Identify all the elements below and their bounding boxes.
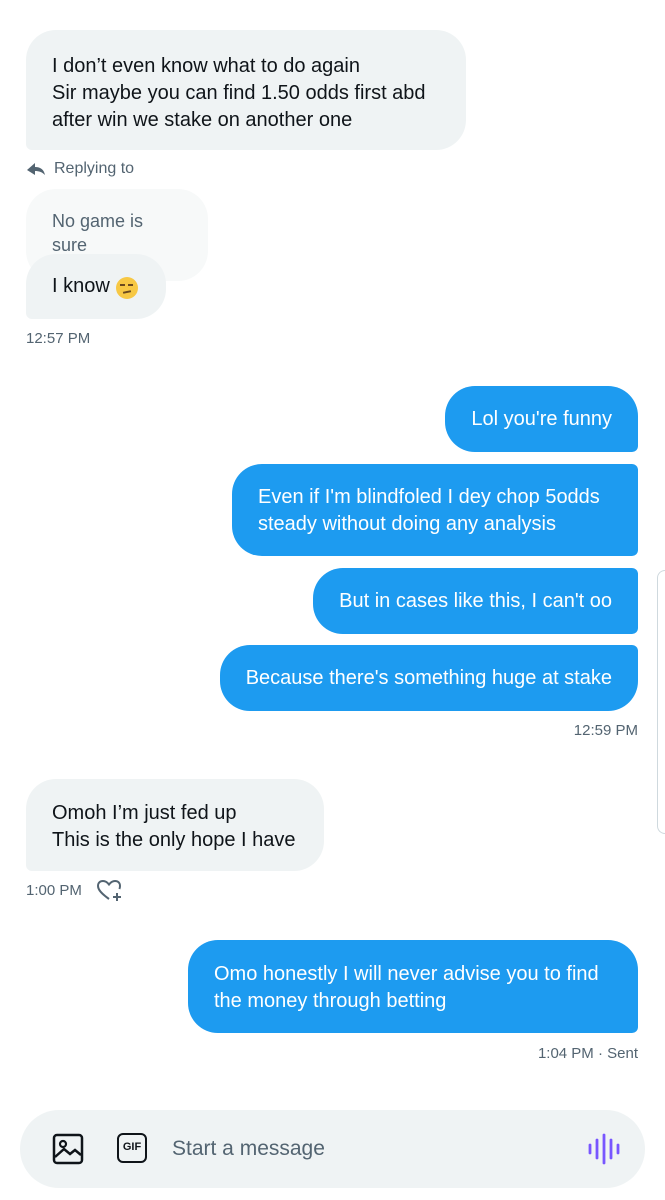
sent-message[interactable]: Omo honestly I will never advise you to …	[188, 940, 638, 1033]
scrollbar-thumb[interactable]	[657, 570, 665, 834]
message-text: I know	[52, 275, 110, 297]
received-message[interactable]: I don’t even know what to do again Sir m…	[26, 30, 466, 150]
add-reaction-icon[interactable]	[96, 879, 124, 903]
message-timestamp: 12:59 PM	[573, 722, 638, 739]
received-message[interactable]: I know	[26, 254, 166, 319]
message-composer: GIF	[20, 1110, 645, 1188]
message-timestamp: 12:57 PM	[26, 330, 91, 347]
reply-arrow-icon	[27, 163, 45, 175]
unamused-face-icon	[115, 277, 138, 299]
voice-icon[interactable]	[587, 1132, 621, 1166]
reply-indicator: Replying to	[26, 157, 134, 181]
sent-message[interactable]: Because there's something huge at stake	[219, 645, 638, 711]
message-status: 1:04 PM · Sent	[537, 1045, 638, 1062]
received-message[interactable]: Omoh I’m just fed up This is the only ho…	[26, 779, 324, 871]
sent-message[interactable]: Lol you're funny	[445, 386, 638, 452]
sent-message[interactable]: Even if I'm blindfoled I dey chop 5odds …	[232, 464, 638, 556]
gif-icon[interactable]: GIF	[117, 1133, 147, 1163]
message-input[interactable]	[172, 1130, 562, 1168]
image-icon[interactable]	[52, 1133, 84, 1165]
message-timestamp: 1:00 PM	[26, 882, 82, 899]
reply-indicator-label: Replying to	[54, 160, 135, 177]
sent-message[interactable]: But in cases like this, I can't oo	[313, 568, 638, 634]
